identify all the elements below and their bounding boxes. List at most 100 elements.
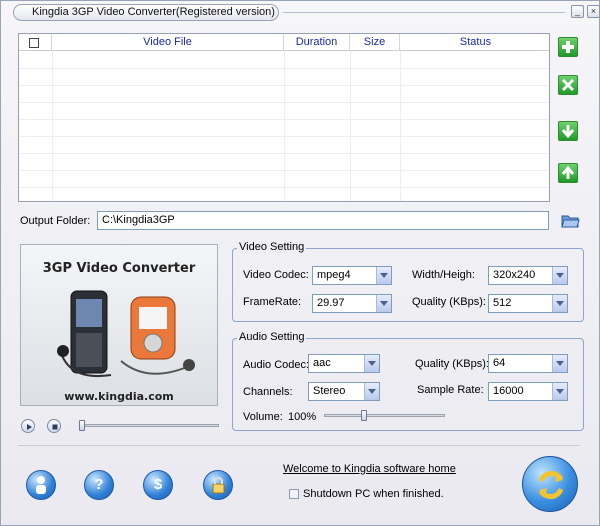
buy-icon: $ (153, 476, 163, 493)
output-folder-field[interactable]: C:\Kingdia3GP (97, 211, 549, 230)
framerate-select[interactable]: 29.97 (312, 294, 392, 313)
chevron-down-icon (552, 295, 567, 312)
preview-panel: 3GP Video Converter www.kingdia.com (20, 244, 218, 406)
volume-slider-thumb[interactable] (360, 410, 367, 421)
column-duration[interactable]: Duration (284, 34, 350, 51)
file-list-header: Video File Duration Size Status (19, 34, 549, 51)
size-value: 320x240 (493, 269, 536, 281)
grid-line (19, 102, 549, 103)
grid-line (400, 51, 401, 201)
add-file-button[interactable] (558, 37, 578, 57)
help-icon: ? (94, 476, 104, 493)
shutdown-checkbox[interactable] (289, 489, 299, 499)
user-button[interactable] (26, 470, 56, 500)
channels-value: Stereo (313, 385, 346, 397)
convert-button[interactable] (522, 456, 578, 512)
output-folder-label: Output Folder: (20, 215, 91, 227)
play-button[interactable] (21, 419, 35, 433)
audio-quality-label: Quality (KBps): (415, 358, 489, 370)
title-bar[interactable]: Kingdia 3GP Video Converter(Registered v… (5, 3, 600, 23)
audio-codec-select[interactable]: aac (308, 354, 380, 373)
video-file-list[interactable]: Video File Duration Size Status (18, 33, 550, 202)
channels-label: Channels: (243, 386, 293, 398)
column-status[interactable]: Status (400, 34, 551, 51)
video-quality-value: 512 (493, 297, 512, 309)
footer-divider (18, 445, 580, 446)
stop-button[interactable] (47, 419, 61, 433)
welcome-link[interactable]: Welcome to Kingdia software home (283, 463, 456, 475)
folder-icon (561, 215, 580, 228)
chevron-down-icon (552, 355, 567, 372)
title-divider (283, 12, 565, 13)
move-down-button[interactable] (558, 121, 578, 141)
framerate-value: 29.97 (317, 297, 345, 309)
volume-value: 100% (288, 411, 317, 423)
grid-line (350, 51, 351, 201)
video-quality-label: Quality (KBps): (412, 296, 486, 308)
size-select[interactable]: 320x240 (488, 266, 568, 285)
chevron-down-icon (376, 295, 391, 312)
audio-setting-title: Audio Setting (237, 331, 307, 343)
convert-icon (538, 471, 564, 499)
channels-select[interactable]: Stereo (308, 382, 380, 401)
grid-line (19, 119, 549, 120)
user-icon (36, 476, 46, 494)
grid-line (19, 85, 549, 86)
register-icon (212, 477, 225, 494)
grid-line (284, 51, 285, 201)
select-all-checkbox[interactable] (29, 38, 39, 48)
grid-line (19, 68, 549, 69)
playback-slider[interactable] (79, 424, 219, 427)
register-button[interactable] (203, 470, 233, 500)
preview-title: 3GP Video Converter (42, 261, 196, 276)
video-codec-value: mpeg4 (317, 269, 351, 281)
chevron-down-icon (364, 383, 379, 400)
column-video-file[interactable]: Video File (52, 34, 284, 51)
main-window: Kingdia 3GP Video Converter(Registered v… (0, 0, 600, 526)
move-up-button[interactable] (558, 163, 578, 183)
volume-slider[interactable] (324, 414, 445, 417)
video-setting-title: Video Setting (237, 241, 307, 253)
chevron-down-icon (376, 267, 391, 284)
shutdown-label: Shutdown PC when finished. (303, 488, 444, 500)
size-label: Width/Heigh: (412, 269, 475, 281)
add-icon (562, 41, 574, 53)
video-codec-select[interactable]: mpeg4 (312, 266, 392, 285)
video-quality-select[interactable]: 512 (488, 294, 568, 313)
remove-file-button[interactable] (558, 75, 578, 95)
remove-icon (561, 78, 575, 92)
preview-url: www.kingdia.com (64, 390, 174, 403)
buy-button[interactable]: $ (143, 470, 173, 500)
chevron-down-icon (552, 383, 567, 400)
grid-line (19, 136, 549, 137)
close-button[interactable]: × (587, 5, 600, 18)
sample-rate-select[interactable]: 16000 (488, 382, 568, 401)
grid-line (52, 51, 53, 201)
help-button[interactable]: ? (84, 470, 114, 500)
select-all-column (19, 34, 52, 51)
audio-codec-label: Audio Codec: (243, 359, 310, 371)
move-down-icon (561, 125, 575, 138)
chevron-down-icon (364, 355, 379, 372)
volume-label: Volume: (243, 411, 283, 423)
column-size[interactable]: Size (350, 34, 400, 51)
audio-quality-value: 64 (493, 357, 506, 369)
sample-rate-value: 16000 (493, 385, 524, 397)
framerate-label: FrameRate: (243, 296, 302, 308)
browse-folder-button[interactable] (560, 211, 580, 229)
audio-quality-select[interactable]: 64 (488, 354, 568, 373)
grid-line (19, 153, 549, 154)
grid-line (19, 170, 549, 171)
window-title: Kingdia 3GP Video Converter(Registered v… (13, 4, 279, 21)
phones-image (57, 290, 195, 377)
video-codec-label: Video Codec: (243, 269, 309, 281)
stop-icon (52, 424, 58, 430)
playback-slider-thumb[interactable] (79, 420, 85, 431)
move-up-icon (561, 166, 575, 179)
grid-line (19, 187, 549, 188)
play-icon (27, 424, 32, 430)
sample-rate-label: Sample Rate: (417, 384, 484, 396)
minimize-button[interactable]: _ (571, 5, 584, 18)
chevron-down-icon (552, 267, 567, 284)
audio-codec-value: aac (313, 357, 331, 369)
